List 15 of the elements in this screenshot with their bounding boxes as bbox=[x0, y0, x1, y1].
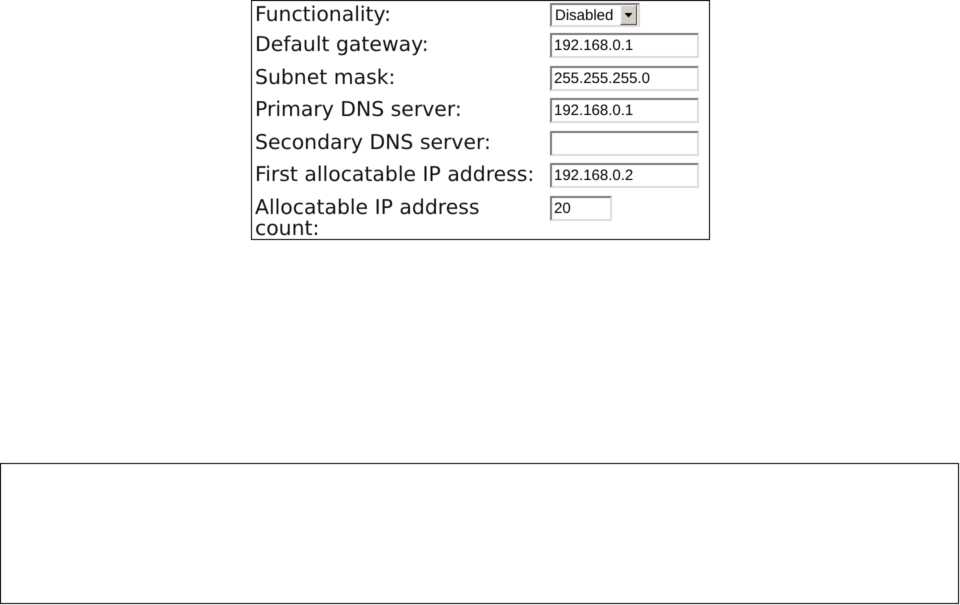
text-field[interactable]: 192.168.0.2 bbox=[550, 163, 699, 188]
text-field[interactable] bbox=[550, 130, 699, 156]
field-label: First allocatable IP address: bbox=[255, 164, 534, 186]
dropdown[interactable]: Disabled bbox=[550, 3, 640, 27]
text-field[interactable]: 192.168.0.1 bbox=[550, 33, 699, 58]
text-field[interactable]: 255.255.255.0 bbox=[550, 66, 699, 91]
field-label: Allocatable IP address count: bbox=[255, 196, 480, 239]
field-label: Subnet mask: bbox=[255, 66, 396, 88]
field-label: Secondary DNS server: bbox=[255, 132, 491, 153]
caret-icon bbox=[620, 5, 637, 25]
field-label: Primary DNS server: bbox=[255, 99, 462, 120]
number-field[interactable]: 20 bbox=[550, 196, 612, 221]
field-label: Functionality: bbox=[255, 4, 392, 25]
text-field[interactable]: 192.168.0.1 bbox=[550, 98, 699, 124]
field-label: Default gateway: bbox=[255, 34, 429, 55]
